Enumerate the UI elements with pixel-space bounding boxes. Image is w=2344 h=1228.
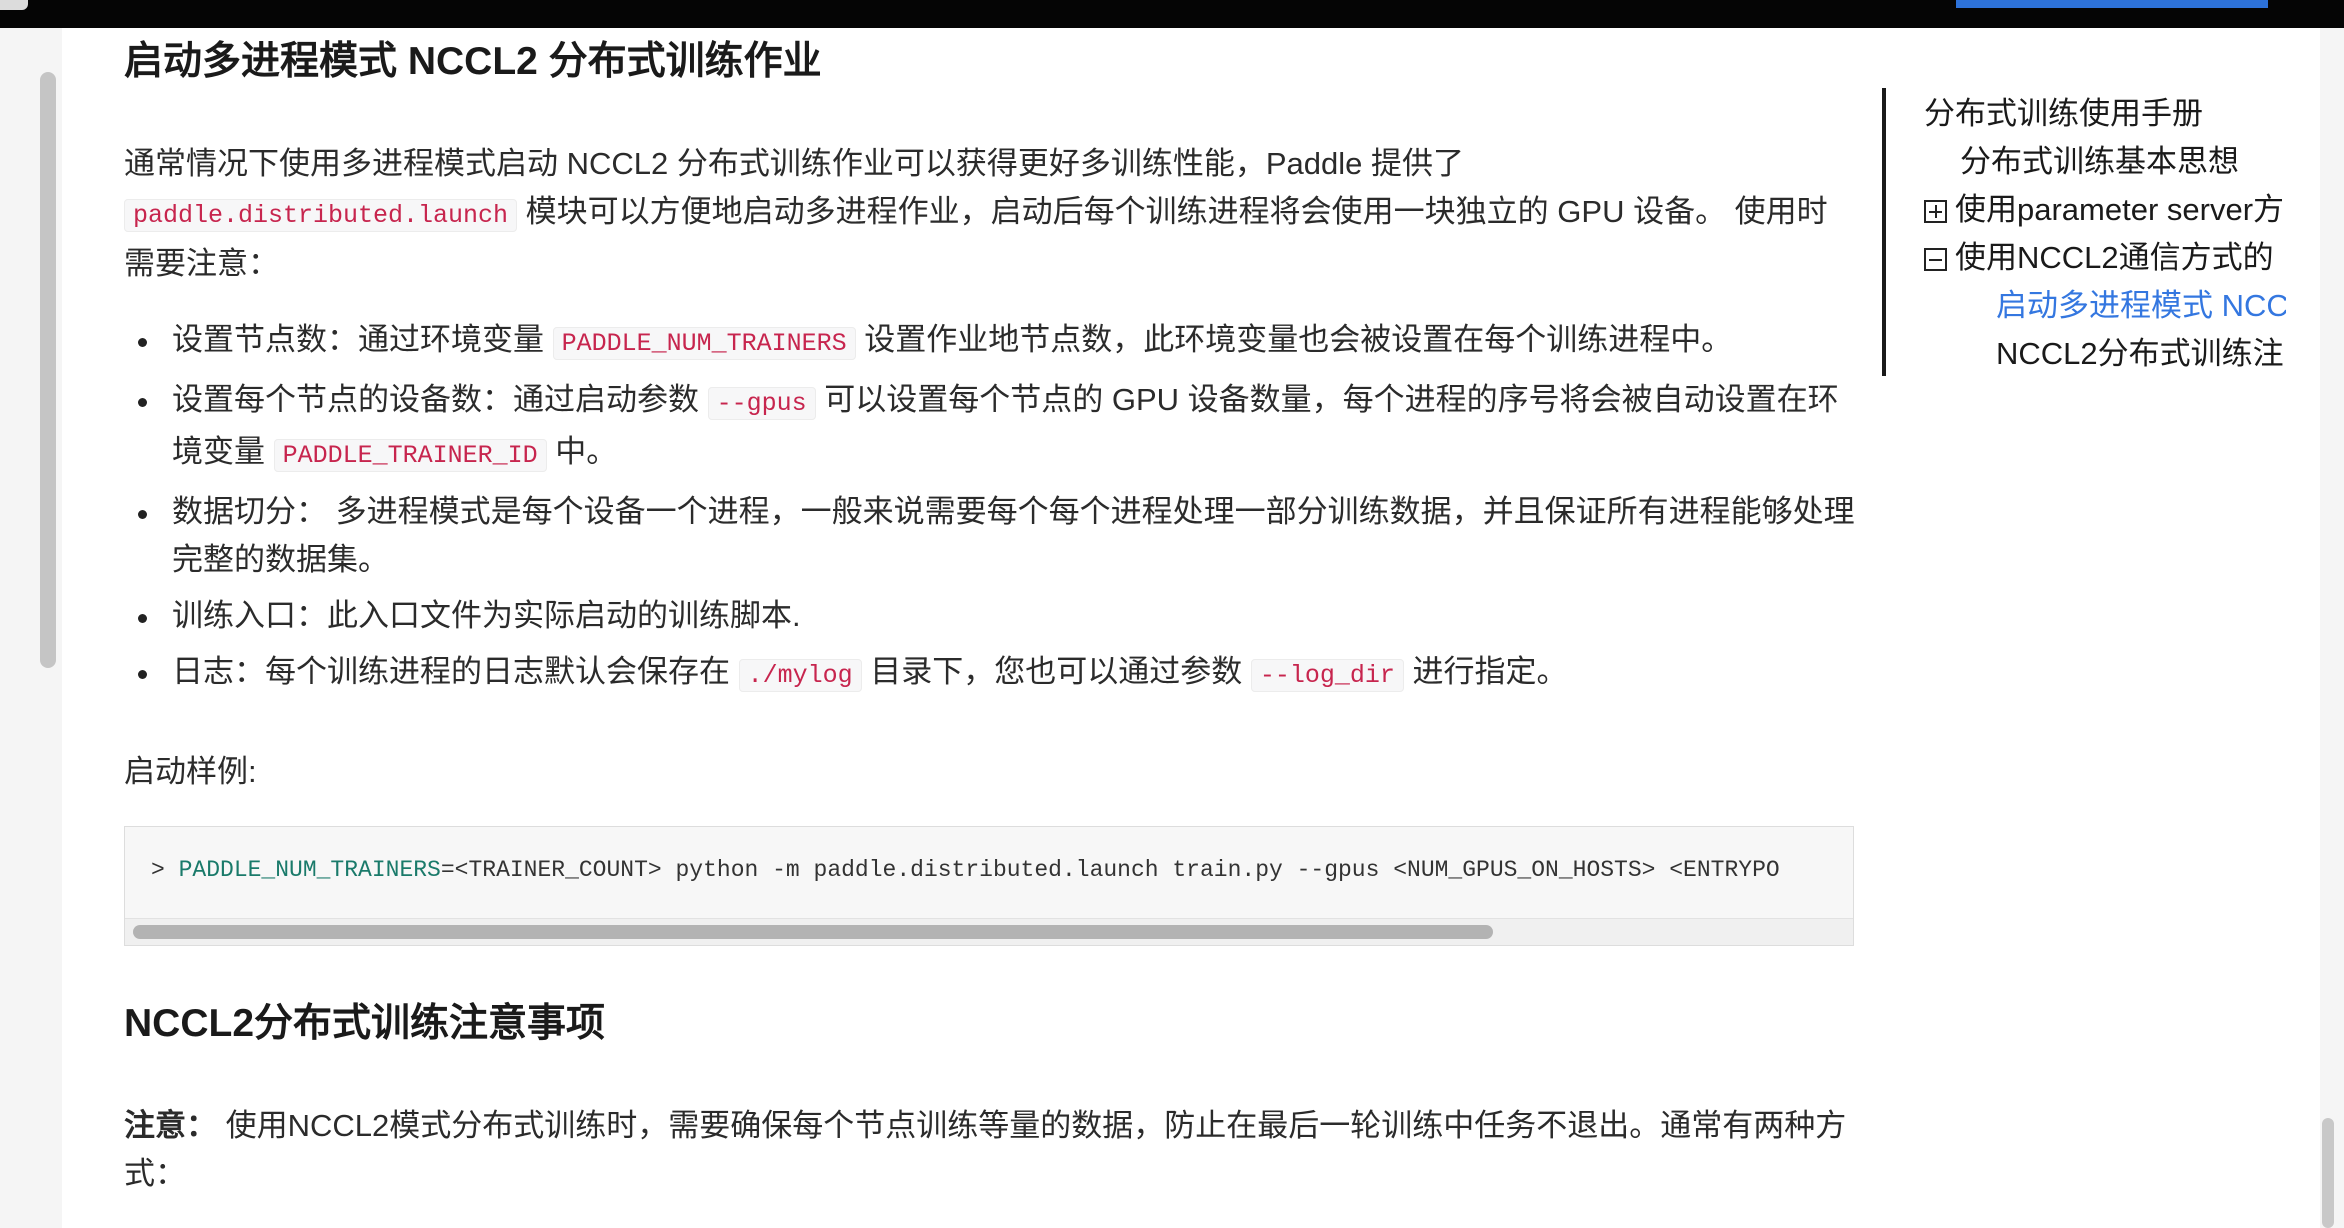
mylog-path-code: ./mylog — [738, 659, 862, 692]
example-label: 启动样例: — [124, 754, 257, 789]
page-scrollbar-thumb[interactable] — [2322, 1118, 2334, 1228]
list-item: 设置节点数：通过环境变量 PADDLE_NUM_TRAINERS 设置作业地节点… — [124, 316, 1864, 368]
code-env-var: PADDLE_NUM_TRAINERS — [178, 857, 441, 883]
browser-top-bar — [0, 0, 2344, 28]
top-action-button[interactable] — [1956, 0, 2268, 8]
code-prompt: > — [151, 857, 179, 883]
env-var-code: PADDLE_NUM_TRAINERS — [552, 327, 856, 360]
bullet-text: 设置作业地节点数，此环境变量也会被设置在每个训练进程中。 — [855, 322, 1733, 357]
bullet-text: 目录下，您也可以通过参数 — [861, 654, 1251, 689]
list-item: 数据切分： 多进程模式是每个设备一个进程，一般来说需要每个每个进程处理一部分训练… — [124, 488, 1864, 584]
toc-item-manual[interactable]: 分布式训练使用手册 — [1924, 88, 2203, 133]
note-text: 使用NCCL2模式分布式训练时，需要确保每个节点训练等量的数据，防止在最后一轮训… — [124, 1108, 1847, 1191]
intro-paragraph: 通常情况下使用多进程模式启动 NCCL2 分布式训练作业可以获得更好多训练性能，… — [124, 140, 1854, 288]
toc-item-nccl2-notes[interactable]: NCCL2分布式训练注 — [1996, 328, 2284, 373]
toc-item-parameter-server[interactable]: 使用parameter server方 — [1924, 184, 2284, 229]
code-scrollbar-thumb[interactable] — [133, 925, 1493, 939]
nccl2-note-paragraph: 注意： 使用NCCL2模式分布式训练时，需要确保每个节点训练等量的数据，防止在最… — [124, 1102, 1854, 1198]
bullet-text: 设置节点数：通过环境变量 — [172, 322, 553, 357]
gpus-arg-code: --gpus — [707, 387, 816, 420]
list-item: 日志：每个训练进程的日志默认会保存在 ./mylog 目录下，您也可以通过参数 … — [124, 648, 1864, 700]
expand-icon[interactable] — [1924, 200, 1947, 223]
toc-item-label: 使用NCCL2通信方式的 — [1955, 240, 2274, 275]
launch-example-code-block: > PADDLE_NUM_TRAINERS=<TRAINER_COUNT> py… — [124, 826, 1854, 946]
table-of-contents: 分布式训练使用手册 分布式训练基本思想 使用parameter server方 … — [1882, 88, 2286, 376]
section-heading-nccl2-notes: NCCL2分布式训练注意事项 — [124, 1002, 606, 1045]
bullet-text: 日志：每个训练进程的日志默认会保存在 — [172, 654, 739, 689]
bullet-text: 训练入口：此入口文件为实际启动的训练脚本. — [172, 598, 801, 633]
toc-item-label: 使用parameter server方 — [1955, 192, 2285, 227]
note-label: 注意： — [124, 1108, 217, 1143]
launch-module-code: paddle.distributed.launch — [124, 199, 518, 232]
toc-item-multiprocess-active[interactable]: 启动多进程模式 NCCL — [1996, 280, 2286, 325]
toc-item-nccl2[interactable]: 使用NCCL2通信方式的 — [1924, 232, 2274, 277]
bullet-text: 进行指定。 — [1403, 654, 1568, 689]
collapse-icon[interactable] — [1924, 248, 1947, 271]
browser-tab-edge — [0, 0, 28, 10]
list-item: 设置每个节点的设备数：通过启动参数 --gpus 可以设置每个节点的 GPU 设… — [124, 376, 1864, 480]
code-horizontal-scrollbar[interactable] — [125, 918, 1853, 945]
bullet-text: 设置每个节点的设备数：通过启动参数 — [172, 382, 708, 417]
log-dir-arg-code: --log_dir — [1250, 659, 1404, 692]
code-line: > PADDLE_NUM_TRAINERS=<TRAINER_COUNT> py… — [151, 857, 1780, 883]
left-scrollbar-thumb[interactable] — [40, 72, 56, 668]
list-item: 训练入口：此入口文件为实际启动的训练脚本. — [124, 592, 1864, 640]
usage-notes-list: 设置节点数：通过环境变量 PADDLE_NUM_TRAINERS 设置作业地节点… — [124, 316, 1864, 708]
section-heading-multiprocess: 启动多进程模式 NCCL2 分布式训练作业 — [124, 40, 822, 83]
trainer-id-code: PADDLE_TRAINER_ID — [273, 439, 547, 472]
toc-item-basic-idea[interactable]: 分布式训练基本思想 — [1960, 136, 2239, 181]
code-command: =<TRAINER_COUNT> python -m paddle.distri… — [440, 857, 1780, 883]
intro-text-1: 通常情况下使用多进程模式启动 NCCL2 分布式训练作业可以获得更好多训练性能，… — [124, 146, 1465, 181]
bullet-text: 数据切分： 多进程模式是每个设备一个进程，一般来说需要每个每个进程处理一部分训练… — [172, 494, 1855, 577]
bullet-text: 中。 — [546, 434, 618, 469]
